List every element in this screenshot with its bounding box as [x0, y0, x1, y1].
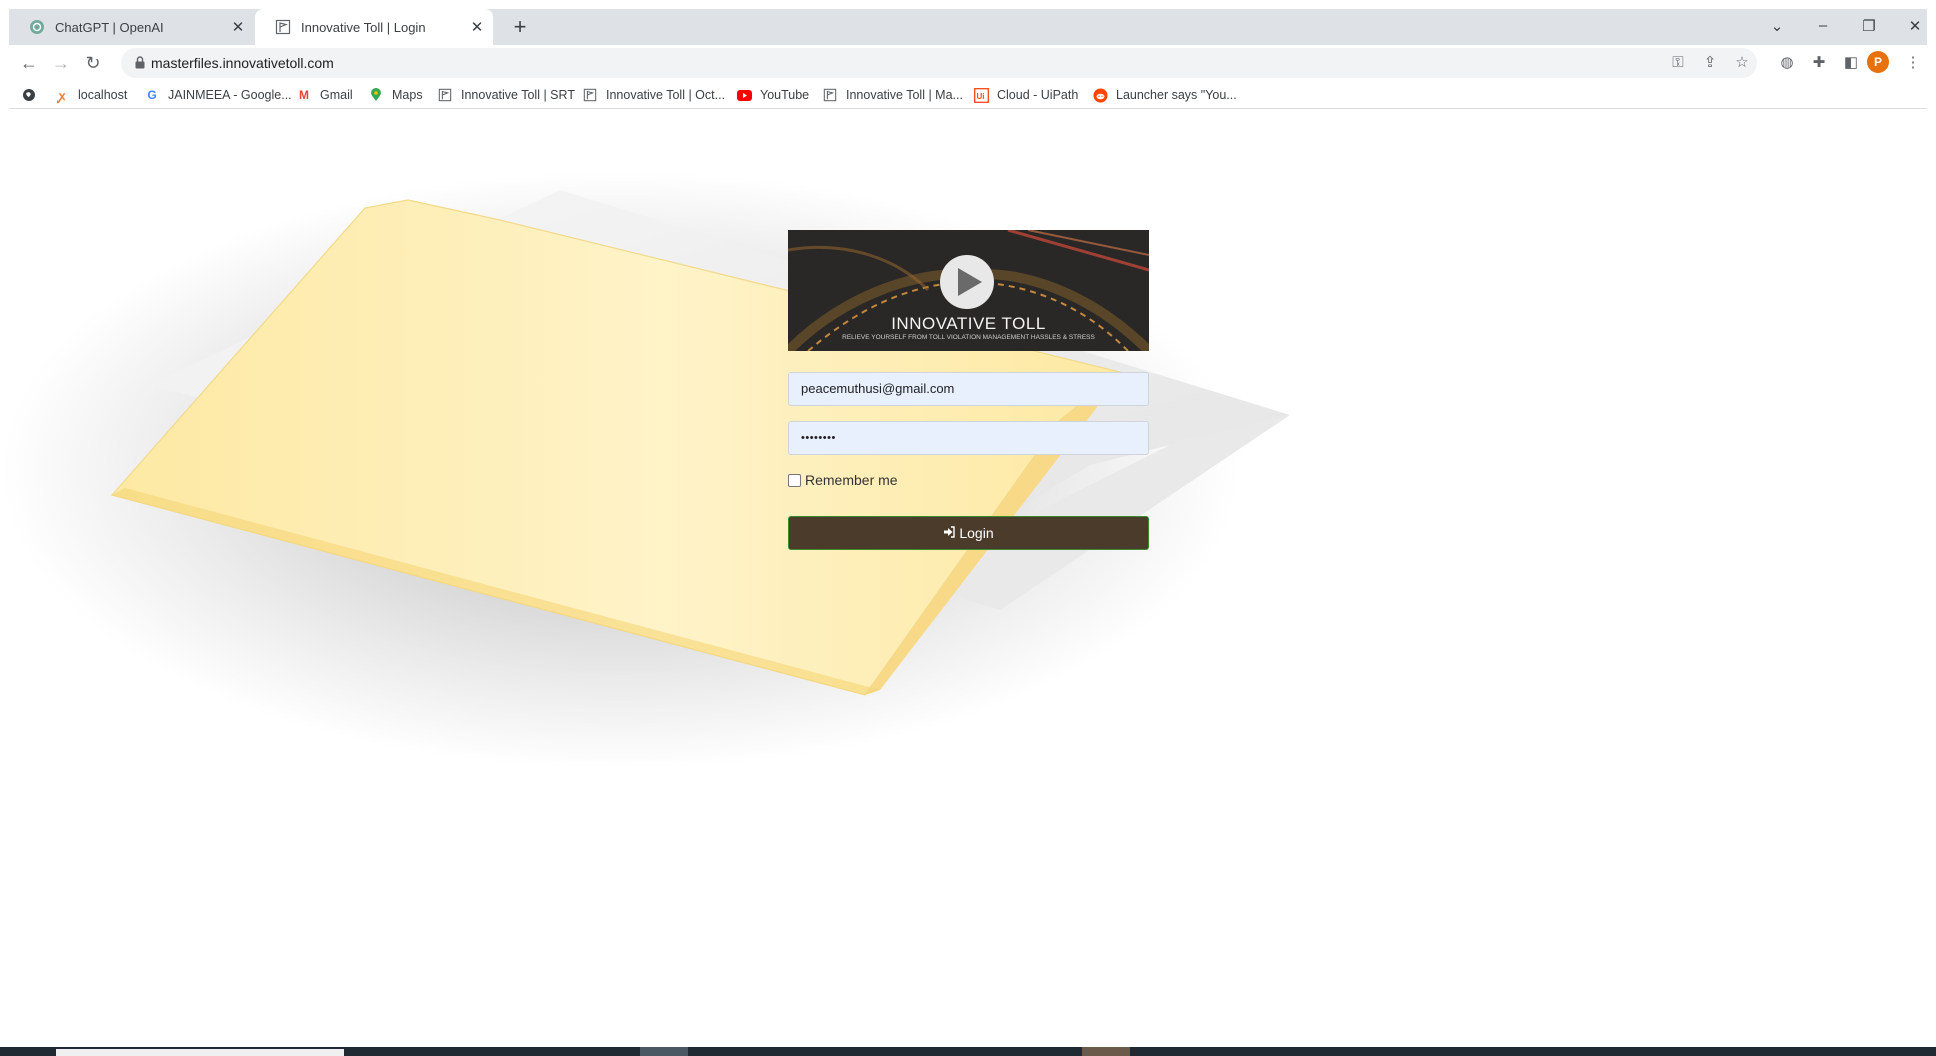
- bookmark-label: Innovative Toll | Oct...: [606, 88, 726, 102]
- bookmark-launcher[interactable]: Launcher says "You...: [1092, 81, 1237, 109]
- bookmark-label: Innovative Toll | SRT: [461, 88, 575, 102]
- innovative-toll-logo: INNOVATIVE TOLL RELIEVE YOURSELF FROM TO…: [788, 230, 1149, 351]
- apps-globe-icon: [21, 87, 37, 103]
- url-text: masterfiles.innovativetoll.com: [151, 55, 334, 71]
- bookmark-label: localhost: [78, 88, 128, 102]
- tab-innovative-toll-login[interactable]: Innovative Toll | Login ✕: [255, 9, 493, 45]
- share-icon[interactable]: ⇪: [1700, 53, 1720, 73]
- reload-button[interactable]: ↻: [81, 51, 105, 75]
- password-field[interactable]: ••••••••: [788, 421, 1149, 455]
- back-button[interactable]: ←: [17, 51, 41, 75]
- reddit-icon: [1092, 87, 1108, 103]
- google-icon: G: [147, 88, 157, 102]
- remember-me-label: Remember me: [805, 472, 898, 488]
- remember-me-row[interactable]: Remember me: [788, 472, 898, 488]
- new-tab-button[interactable]: +: [508, 16, 532, 40]
- bookmark-youtube[interactable]: YouTube: [736, 81, 809, 109]
- close-window-button[interactable]: ✕: [1904, 17, 1926, 39]
- key-icon[interactable]: ⚿: [1668, 53, 1688, 73]
- bookmark-jainmeea[interactable]: G JAINMEEA - Google...: [144, 81, 292, 109]
- taskbar-app-active[interactable]: [1082, 1047, 1130, 1056]
- maps-icon: [368, 87, 384, 103]
- bookmark-innovative-toll-ma[interactable]: Innovative Toll | Ma...: [822, 81, 963, 109]
- logo-title: INNOVATIVE TOLL: [891, 314, 1046, 333]
- email-field[interactable]: peacemuthusi@gmail.com: [788, 372, 1149, 406]
- bookmark-label: Maps: [392, 88, 423, 102]
- bookmark-innovative-toll-srt[interactable]: Innovative Toll | SRT: [437, 81, 575, 109]
- login-panel: INNOVATIVE TOLL RELIEVE YOURSELF FROM TO…: [788, 230, 1149, 550]
- svg-text:Ui: Ui: [976, 92, 984, 101]
- flag-icon: [822, 87, 838, 103]
- flag-icon: [437, 87, 453, 103]
- xampp-icon: ꭙ: [58, 88, 66, 103]
- taskbar-search-box[interactable]: [56, 1049, 344, 1056]
- menu-icon[interactable]: ⋮: [1903, 53, 1923, 73]
- taskbar-app-active[interactable]: [640, 1047, 688, 1056]
- minimize-button[interactable]: –: [1812, 17, 1834, 39]
- close-tab-icon[interactable]: ✕: [467, 17, 487, 37]
- bookmark-label: Launcher says "You...: [1116, 88, 1237, 102]
- globe-extension-icon[interactable]: ◍: [1777, 53, 1797, 73]
- extensions-icon[interactable]: ✚: [1809, 53, 1829, 73]
- uipath-icon: Ui: [973, 87, 989, 103]
- os-taskbar: [0, 1047, 1936, 1056]
- openai-icon: [29, 19, 45, 35]
- bookmark-label: Gmail: [320, 88, 353, 102]
- bookmark-localhost[interactable]: ꭙ localhost: [54, 81, 128, 109]
- bookmarks-bar: ꭙ localhost G JAINMEEA - Google... M Gma…: [9, 81, 1927, 109]
- tab-strip: ChatGPT | OpenAI ✕ Innovative Toll | Log…: [9, 9, 1927, 45]
- bookmark-cloud-uipath[interactable]: Ui Cloud - UiPath: [973, 81, 1078, 109]
- bookmark-label: JAINMEEA - Google...: [168, 88, 292, 102]
- remember-me-checkbox[interactable]: [788, 473, 801, 487]
- side-panel-icon[interactable]: ◧: [1841, 53, 1861, 73]
- logo-tagline: RELIEVE YOURSELF FROM TOLL VIOLATION MAN…: [842, 334, 1095, 341]
- close-tab-icon[interactable]: ✕: [228, 17, 248, 37]
- youtube-icon: [736, 87, 752, 103]
- lock-icon: [135, 56, 145, 69]
- bookmark-gmail[interactable]: M Gmail: [296, 81, 353, 109]
- login-button[interactable]: Login: [788, 516, 1149, 550]
- browser-toolbar: ← → ↻ masterfiles.innovativetoll.com ⚿ ⇪…: [9, 45, 1927, 81]
- sign-in-icon: [943, 525, 956, 541]
- bookmark-maps[interactable]: Maps: [368, 81, 423, 109]
- login-button-label: Login: [959, 525, 994, 541]
- gmail-icon: M: [299, 88, 309, 102]
- page-content: INNOVATIVE TOLL RELIEVE YOURSELF FROM TO…: [0, 110, 1936, 1045]
- bookmark-star-icon[interactable]: ☆: [1732, 53, 1752, 73]
- tab-title: Innovative Toll | Login: [301, 19, 426, 35]
- tab-title: ChatGPT | OpenAI: [55, 19, 164, 35]
- bookmark-label: Innovative Toll | Ma...: [846, 88, 963, 102]
- flag-icon: [275, 19, 291, 35]
- browser-window: ChatGPT | OpenAI ✕ Innovative Toll | Log…: [0, 0, 1936, 1056]
- tab-search-icon[interactable]: ⌄: [1766, 17, 1788, 39]
- flag-icon: [582, 87, 598, 103]
- restore-button[interactable]: ❐: [1858, 17, 1880, 39]
- forward-button[interactable]: →: [49, 51, 73, 75]
- tab-chatgpt[interactable]: ChatGPT | OpenAI ✕: [9, 9, 254, 45]
- profile-avatar[interactable]: P: [1867, 51, 1889, 73]
- bookmark-label: Cloud - UiPath: [997, 88, 1079, 102]
- bookmark-innovative-toll-oct[interactable]: Innovative Toll | Oct...: [582, 81, 725, 109]
- address-bar[interactable]: masterfiles.innovativetoll.com ⚿ ⇪ ☆: [121, 48, 1757, 78]
- apps-icon[interactable]: [21, 81, 45, 109]
- bookmark-label: YouTube: [760, 88, 810, 102]
